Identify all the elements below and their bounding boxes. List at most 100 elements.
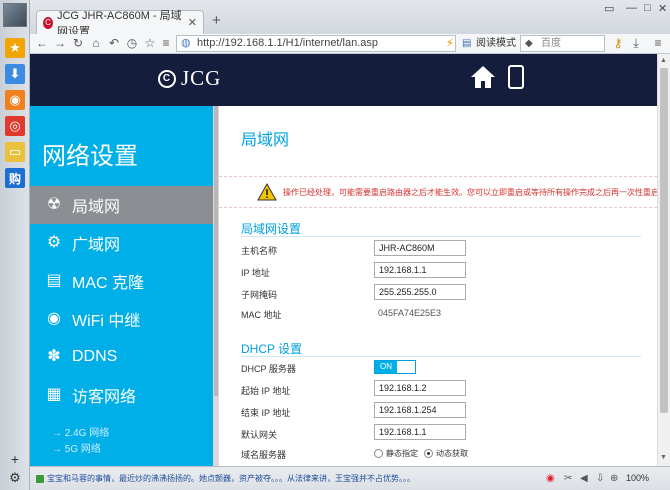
- scroll-up-icon[interactable]: ▲: [660, 57, 667, 64]
- shopping-icon[interactable]: 购: [5, 168, 25, 188]
- menu-icon[interactable]: ≡: [650, 35, 666, 51]
- new-tab-button[interactable]: +: [212, 12, 221, 29]
- default-gateway-label: 默认网关: [241, 430, 278, 440]
- ip-address-field[interactable]: 192.168.1.1: [374, 262, 466, 278]
- rss-icon[interactable]: ◉: [5, 90, 25, 110]
- end-ip-label: 结束 IP 地址: [241, 408, 291, 418]
- nav-item-ddns[interactable]: ✽ DDNS: [30, 338, 213, 376]
- home-icon[interactable]: [470, 64, 496, 90]
- download-status-icon[interactable]: ⇩: [596, 473, 604, 484]
- warning-banner: 操作已经处理，可能需要重启路由器之后才能生效。您可以立即重启或等待所有操作完成之…: [219, 176, 657, 208]
- lan-section-title: 局域网设置: [241, 222, 302, 236]
- browser-sidebar-dock: ★ ⬇ ◉ ◎ ▭ 购 + ⚙: [0, 0, 30, 490]
- status-bar: 宝宝和马蓉的事情，最近炒的沸沸扬扬的。她点颤巍，资产被夺。。。从法律来讲，王宝强…: [30, 466, 670, 490]
- search-input[interactable]: ◆ 百度: [520, 35, 605, 52]
- sidebar-scroll-thumb[interactable]: [214, 106, 218, 396]
- history-icon[interactable]: ◷: [124, 35, 140, 51]
- dns-option-static[interactable]: 静态指定: [374, 448, 418, 459]
- screenshot-icon[interactable]: ✂: [564, 473, 572, 484]
- lightning-icon[interactable]: ⚡: [442, 35, 458, 51]
- key-icon[interactable]: ⚷: [610, 35, 626, 51]
- section-divider: [241, 236, 641, 237]
- dhcp-server-label: DHCP 服务器: [241, 364, 296, 374]
- download-icon[interactable]: ⬇: [5, 64, 25, 84]
- mobile-icon[interactable]: [508, 65, 524, 89]
- host-name-label: 主机名称: [241, 246, 278, 256]
- reader-mode-button[interactable]: ▤ 阅读模式: [462, 35, 516, 52]
- tab-active[interactable]: C JCG JHR-AC860M - 局域网设置 ✕: [36, 10, 204, 38]
- main-content: 局域网 操作已经处理，可能需要重启路由器之后才能生效。您可以立即重启或等待所有操…: [219, 106, 657, 466]
- ip-address-label: IP 地址: [241, 268, 270, 278]
- host-name-field[interactable]: JHR-AC860M: [374, 240, 466, 256]
- nav-item-guest-network[interactable]: ▦ 访客网络: [30, 376, 213, 414]
- add-icon[interactable]: +: [8, 452, 22, 466]
- logo-text: JCG: [181, 66, 222, 90]
- back-icon[interactable]: ←: [34, 35, 50, 51]
- nav-label: WiFi 中继: [72, 313, 141, 330]
- subnet-mask-field[interactable]: 255.255.255.0: [374, 284, 466, 300]
- close-window-icon[interactable]: ✕: [658, 2, 667, 15]
- user-avatar[interactable]: [3, 3, 27, 27]
- scroll-thumb[interactable]: [660, 68, 668, 413]
- nav-item-wifi-repeater[interactable]: ◉ WiFi 中继: [30, 300, 213, 338]
- undo-close-icon[interactable]: ↶: [106, 35, 122, 51]
- tab-favicon-icon: C: [43, 16, 53, 29]
- gear-icon[interactable]: ⚙: [8, 471, 22, 485]
- home-button-icon[interactable]: ⌂: [88, 35, 104, 51]
- speed-icon[interactable]: ◉: [546, 473, 555, 484]
- dhcp-server-toggle[interactable]: ON: [374, 360, 416, 374]
- page-scrollbar[interactable]: ▲ ▼: [657, 54, 670, 466]
- nav-item-wan[interactable]: ⚙ 广域网: [30, 224, 213, 262]
- mute-icon[interactable]: ◀: [580, 473, 588, 484]
- warning-text[interactable]: 操作已经处理，可能需要重启路由器之后才能生效。您可以立即重启或等待所有操作完成之…: [283, 187, 657, 198]
- settings-sidebar: 网络设置 ☢ 局域网 ⚙ 广域网 ▤ MAC 克隆 ◉ WiFi 中继 ✽ DD…: [30, 106, 213, 466]
- favorites-list-icon[interactable]: ≡: [158, 35, 174, 51]
- radio-auto-label: 动态获取: [436, 449, 468, 458]
- lan-icon: ☢: [46, 196, 62, 213]
- address-bar[interactable]: ◍ http://192.168.1.1/H1/internet/lan.asp: [176, 35, 456, 52]
- sub-link-2g[interactable]: → 2.4G 网络: [52, 424, 109, 439]
- tab-close-icon[interactable]: ✕: [188, 16, 197, 29]
- router-header: C JCG: [30, 54, 657, 106]
- bookmark-star-icon[interactable]: ☆: [142, 35, 158, 51]
- radio-static[interactable]: [374, 449, 383, 458]
- forward-icon[interactable]: →: [52, 35, 68, 51]
- dns-server-label: 域名服务器: [241, 450, 287, 460]
- sub-link-5g[interactable]: → 5G 网络: [52, 440, 101, 455]
- warning-icon: [257, 183, 277, 201]
- end-ip-field[interactable]: 192.168.1.254: [374, 402, 466, 418]
- nav-item-lan[interactable]: ☢ 局域网: [30, 186, 213, 224]
- refresh-icon[interactable]: ↻: [70, 35, 86, 51]
- status-news-ticker[interactable]: 宝宝和马蓉的事情，最近炒的沸沸扬扬的。她点颤巍，资产被夺。。。从法律来讲，王宝强…: [36, 473, 415, 484]
- minimize-icon[interactable]: —: [626, 2, 637, 14]
- globe-icon: ◍: [181, 37, 191, 49]
- logo-mark-icon: C: [158, 69, 176, 88]
- zoom-icon[interactable]: ⊕: [610, 473, 618, 484]
- jcg-logo: C JCG: [158, 66, 221, 91]
- dhcp-section-title: DHCP 设置: [241, 342, 303, 356]
- restore-icon[interactable]: ▭: [604, 2, 614, 15]
- download-toolbar-icon[interactable]: ⤓: [628, 35, 644, 51]
- search-placeholder: 百度: [541, 38, 561, 49]
- nav-item-mac-clone[interactable]: ▤ MAC 克隆: [30, 262, 213, 300]
- search-engine-icon: ◆: [525, 38, 533, 49]
- nav-label: 局域网: [72, 199, 121, 216]
- web-page: C JCG 网络设置 ☢ 局域网 ⚙ 广域网 ▤ MAC 克隆 ◉ WiFi 中…: [30, 54, 657, 466]
- mac-clone-icon: ▤: [46, 272, 62, 289]
- favorites-star-icon[interactable]: ★: [5, 38, 25, 58]
- subnet-mask-label: 子网掩码: [241, 290, 278, 300]
- scroll-down-icon[interactable]: ▼: [660, 454, 667, 461]
- weibo-icon[interactable]: ◎: [5, 116, 25, 136]
- default-gateway-field[interactable]: 192.168.1.1: [374, 424, 466, 440]
- maximize-icon[interactable]: □: [644, 2, 651, 14]
- start-ip-field[interactable]: 192.168.1.2: [374, 380, 466, 396]
- dns-option-auto[interactable]: 动态获取: [424, 448, 468, 459]
- wan-icon: ⚙: [46, 234, 62, 251]
- status-news-text: 宝宝和马蓉的事情，最近炒的沸沸扬扬的。她点颤巍，资产被夺。。。从法律来讲，王宝强…: [47, 474, 415, 483]
- notes-icon[interactable]: ▭: [5, 142, 25, 162]
- radio-auto[interactable]: [424, 449, 433, 458]
- nav-label: DDNS: [72, 348, 118, 365]
- mac-address-value: 045FA74E25E3: [378, 308, 442, 318]
- radio-static-label: 静态指定: [386, 449, 418, 458]
- zoom-level[interactable]: 100%: [626, 473, 649, 483]
